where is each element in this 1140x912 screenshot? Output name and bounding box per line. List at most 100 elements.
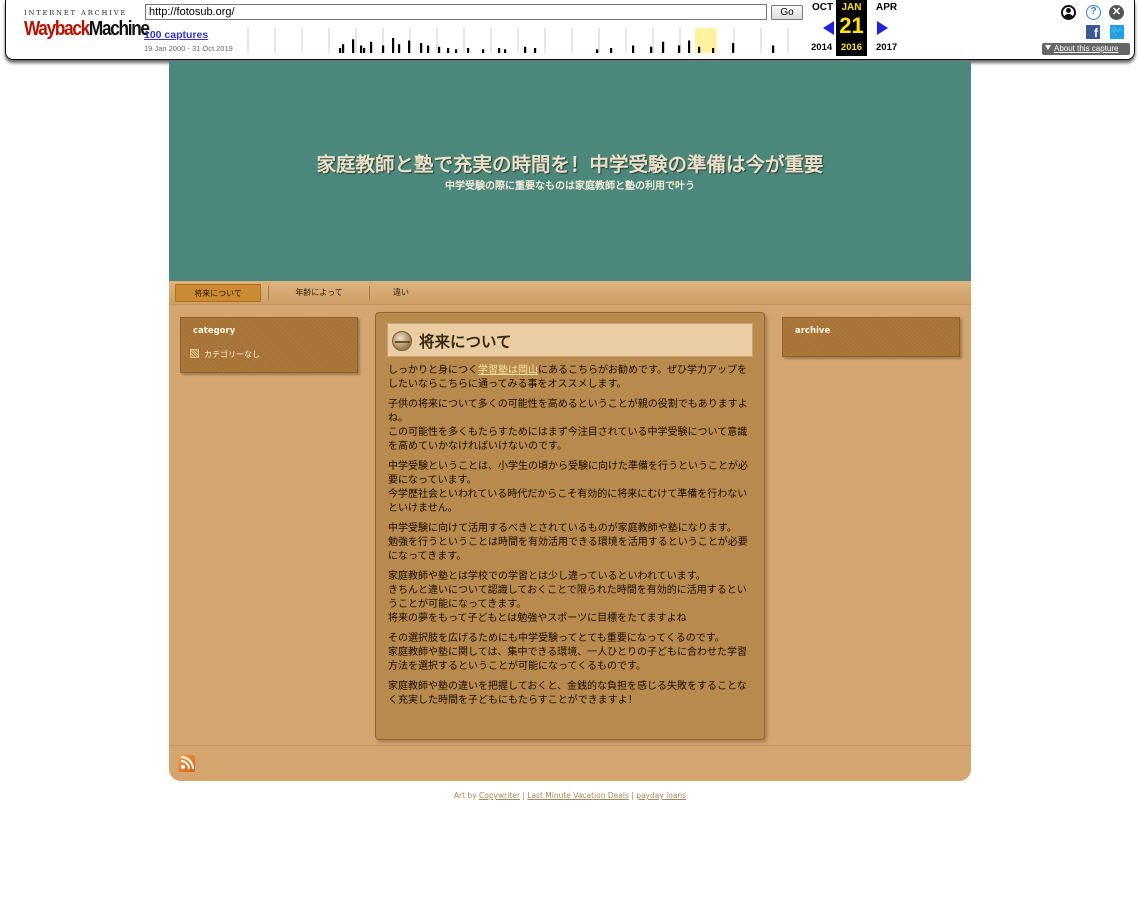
close-icon[interactable]: ✕ [1109,5,1124,20]
sparkline-bar [482,49,485,53]
sparkline-bar [447,48,450,53]
category-item-uncategorized[interactable]: カテゴリーなし [190,349,260,360]
sparkline-bar [352,39,355,53]
next-capture-arrow-icon[interactable] [877,21,888,35]
captures-link[interactable]: 100 captures [144,29,208,41]
next-month-label[interactable]: APR [876,2,897,13]
site-container: 家庭教師と塾で充実の時間を！中学受験の準備は今が重要 中学受験の際に重要なものは… [169,61,971,781]
calendar-navigator: OCT 2014 JAN 21 2016 APR 2017 [806,0,902,56]
sparkline-bar [427,45,430,53]
sparkline-bar [467,48,470,53]
logo-word-machine: Machine [88,18,150,40]
dropdown-triangle-icon [1045,45,1051,50]
about-this-capture-label: About this capture [1054,44,1119,53]
category-item-label: カテゴリーなし [204,350,260,359]
post-title: 将来について [419,333,512,351]
footer-credits: Art by Copywriter | Last Minute Vacation… [0,791,1140,800]
facebook-share-icon[interactable]: f [1086,25,1100,40]
capture-sparkline[interactable] [242,26,802,53]
credit-link-vacation-deals[interactable]: Last Minute Vacation Deals [527,791,629,800]
help-icon[interactable]: ? [1086,5,1101,20]
sparkline-bar [662,41,665,53]
sparkline-bar [342,44,345,53]
nav-item-difference[interactable]: 違い [381,284,421,302]
list-bullet-icon [190,349,199,358]
post-bullet-icon [392,331,412,351]
post-paragraph: 中学受験ということは、小学生の頃から受験に向けた準備を行うということが必要になっ… [388,461,748,514]
sparkline-bar [678,45,681,53]
sparkline-bar [632,45,635,53]
sparkline-bar [360,45,363,53]
sparkline-bar [732,43,735,53]
school-okayama-link[interactable]: 学習塾は岡山 [478,365,538,376]
post-intro-text: しっかりと身につく [388,365,478,376]
prev-capture-arrow-icon[interactable] [823,21,834,35]
post-paragraph: 家庭教師や塾の違いを把握しておくと、金銭的な負担を感じる失敗をすることなく充実し… [388,681,747,706]
sparkline-bar [698,46,701,53]
nav-item-future[interactable]: 将来について [175,284,261,302]
prev-year-label[interactable]: 2014 [811,42,832,53]
site-subtitle: 中学受験の際に重要なものは家庭教師と塾の利用で叶う [445,181,695,192]
sparkline-bar [650,46,653,53]
archive-widget: archive [782,317,960,357]
rss-feed-icon[interactable] [178,755,195,772]
go-button[interactable]: Go [771,5,803,20]
current-year: 2016 [840,42,863,53]
post-body: しっかりと身につく学習塾は岡山にあるこちらがお勧めです。ぜひ学力アップをしたいな… [388,364,756,714]
sparkline-bar [392,38,395,53]
user-account-icon[interactable] [1061,5,1076,20]
sparkline-bar [370,41,373,53]
sparkline-bar [408,40,411,53]
archive-widget-title: archive [795,326,831,336]
logo-wayback-machine-text: WaybackMachine [24,18,150,40]
site-header: 家庭教師と塾で充実の時間を！中学受験の準備は今が重要 中学受験の際に重要なものは… [169,61,971,281]
wayback-toolbar: INTERNET ARCHIVE WaybackMachine http://f… [5,0,1135,60]
sparkline-bar [498,48,501,53]
sparkline-bar [398,44,401,53]
sparkline-svg[interactable] [242,26,802,53]
prev-month-label[interactable]: OCT [812,2,833,13]
logo-internet-archive-text: INTERNET ARCHIVE [24,9,128,17]
current-capture-date: JAN 21 2016 [836,0,867,56]
nav-divider [369,286,370,300]
nav-divider [268,286,269,300]
nav-item-by-age[interactable]: 年齢によって [279,284,359,302]
post-content: 将来について しっかりと身につく学習塾は岡山にあるこちらがお勧めです。ぜひ学力ア… [375,312,765,740]
sparkline-bar [339,48,342,53]
sparkline-bar [382,45,385,53]
category-widget: category カテゴリーなし [180,317,358,373]
capture-date-range: 19 Jan 2000 - 31 Oct 2019 [144,44,233,53]
site-footer [169,745,971,781]
sparkline-bar [363,48,366,53]
next-year-label[interactable]: 2017 [876,42,897,53]
sparkline-bar [420,43,423,53]
sparkline-bar [688,40,691,53]
sparkline-bar [596,49,599,53]
post-paragraph: 中学受験に向けて活用するべきとされているものが家庭教師や塾になります。 勉強を行… [388,523,748,562]
post-paragraph: その選択肢を広げるためにも中学受験ってとても重要になってくるのです。 家庭教師や… [388,633,747,672]
sparkline-bar [455,49,458,53]
wayback-logo[interactable]: INTERNET ARCHIVE WaybackMachine [24,9,150,45]
sparkline-bar [524,46,527,53]
credit-link-payday-loans[interactable]: payday loans [636,791,686,800]
sparkline-bar [610,48,613,53]
sparkline-bar [772,45,775,53]
wayback-url-input[interactable]: http://fotosub.org/ [145,4,767,20]
category-widget-title: category [193,326,236,336]
post-title-bar: 将来について [387,323,753,357]
about-this-capture-button[interactable]: About this capture [1042,43,1130,55]
twitter-share-icon[interactable]: 🐦 [1110,25,1124,39]
current-day: 21 [839,13,864,38]
post-paragraph: 子供の将来について多くの可能性を高めるということが親の役割でもありますよね。 こ… [388,399,748,452]
post-paragraph: しっかりと身につく学習塾は岡山にあるこちらがお勧めです。ぜひ学力アップをしたいな… [388,364,756,392]
site-title[interactable]: 家庭教師と塾で充実の時間を！中学受験の準備は今が重要 [169,148,971,177]
sparkline-bar [712,48,715,53]
credits-prefix: Art by [453,791,480,800]
post-paragraph: 家庭教師や塾とは学校での学習とは少し違っているといわれています。 きちんと違いに… [388,571,747,624]
main-navigation: 将来について 年齢によって 違い [169,281,971,305]
sparkline-bar [534,48,537,53]
logo-word-wayback: Wayback [24,18,90,40]
sparkline-bar [504,49,507,53]
credit-link-copywriter[interactable]: Copywriter [479,791,520,800]
current-month: JAN [841,2,862,13]
